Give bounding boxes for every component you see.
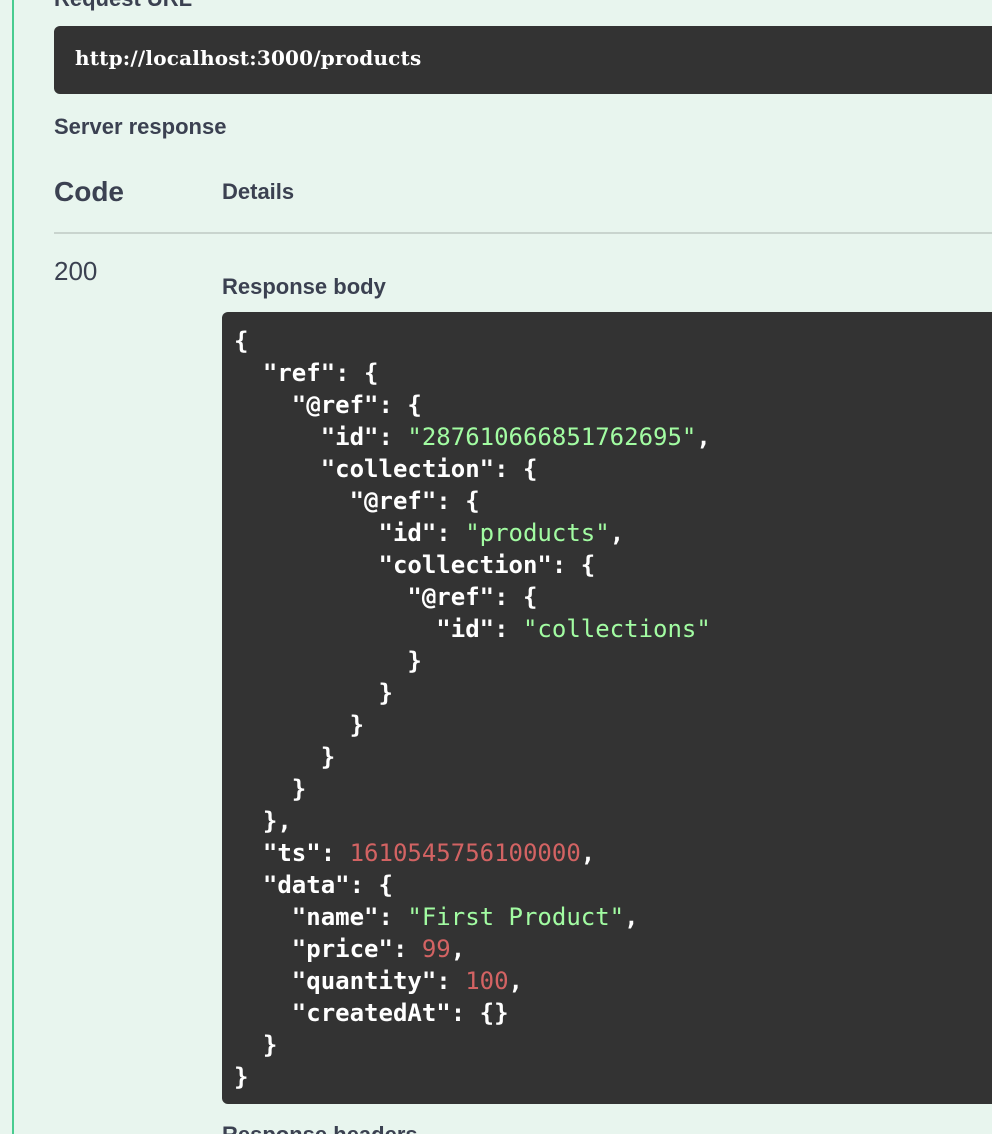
json-punctuation: "@ref": { <box>234 487 480 515</box>
code-line: } <box>234 741 711 773</box>
response-panel: Request URL http://localhost:3000/produc… <box>0 0 992 1134</box>
code-line: "collection": { <box>234 549 711 581</box>
table-divider <box>54 232 992 234</box>
code-line: "@ref": { <box>234 389 711 421</box>
json-punctuation: } <box>234 647 422 675</box>
code-line: "ref": { <box>234 357 711 389</box>
json-punctuation: "name": <box>234 903 408 931</box>
json-punctuation: , <box>580 839 596 867</box>
json-punctuation: "createdAt": {} <box>234 999 509 1027</box>
json-punctuation: "collection": { <box>234 455 538 483</box>
code-line: } <box>234 677 711 709</box>
response-body-json[interactable]: { "ref": { "@ref": { "id": "287610666851… <box>234 325 711 1093</box>
response-body-code-block[interactable]: { "ref": { "@ref": { "id": "287610666851… <box>222 312 992 1104</box>
code-line: "@ref": { <box>234 485 711 517</box>
request-url-box[interactable]: http://localhost:3000/products <box>54 26 992 94</box>
json-punctuation: "id": <box>234 519 466 547</box>
response-status-code: 200 <box>54 256 98 286</box>
json-punctuation: "ref": { <box>234 359 379 387</box>
json-punctuation: "@ref": { <box>234 583 538 611</box>
json-string: "First Product" <box>407 903 625 931</box>
code-line: "price": 99, <box>234 933 711 965</box>
request-url-label: Request URL <box>54 0 192 12</box>
server-response-heading: Server response <box>54 114 227 139</box>
response-headers-label: Response headers <box>222 1122 418 1134</box>
code-line: } <box>234 1061 711 1093</box>
response-body-label: Response body <box>222 274 386 299</box>
code-line: } <box>234 645 711 677</box>
json-string: "287610666851762695" <box>407 423 697 451</box>
code-line: { <box>234 325 711 357</box>
code-line: "collection": { <box>234 453 711 485</box>
json-punctuation: } <box>234 711 365 739</box>
json-punctuation: } <box>234 743 336 771</box>
code-line: "id": "287610666851762695", <box>234 421 711 453</box>
operation-accent-border <box>12 0 14 1134</box>
details-column-header: Details <box>222 179 295 204</box>
json-number: 99 <box>421 935 451 963</box>
code-line: "@ref": { <box>234 581 711 613</box>
request-url-text[interactable]: http://localhost:3000/products <box>75 46 421 70</box>
json-punctuation: "price": <box>234 935 422 963</box>
json-punctuation: } <box>234 1063 249 1091</box>
code-line: "id": "products", <box>234 517 711 549</box>
json-punctuation: "ts": <box>234 839 350 867</box>
json-punctuation: } <box>234 775 307 803</box>
json-punctuation: "@ref": { <box>234 391 422 419</box>
code-line: "name": "First Product", <box>234 901 711 933</box>
code-line: "data": { <box>234 869 711 901</box>
json-punctuation: "id": <box>234 615 523 643</box>
json-punctuation: , <box>450 935 466 963</box>
code-line: } <box>234 709 711 741</box>
code-line: }, <box>234 805 711 837</box>
json-punctuation: }, <box>234 807 292 835</box>
json-punctuation: , <box>624 903 639 931</box>
code-line: "id": "collections" <box>234 613 711 645</box>
json-punctuation: , <box>609 519 625 547</box>
code-line: "createdAt": {} <box>234 997 711 1029</box>
json-number: 100 <box>465 967 509 995</box>
json-punctuation: "data": { <box>234 871 393 899</box>
json-punctuation: , <box>508 967 523 995</box>
json-punctuation: "quantity": <box>234 967 466 995</box>
code-column-header: Code <box>54 176 124 207</box>
json-punctuation: } <box>234 1031 278 1059</box>
json-string: "collections" <box>522 615 711 643</box>
code-line: } <box>234 773 711 805</box>
code-line: "quantity": 100, <box>234 965 711 997</box>
json-punctuation: "collection": { <box>234 551 596 579</box>
code-line: "ts": 1610545756100000, <box>234 837 711 869</box>
json-punctuation: } <box>234 679 393 707</box>
json-punctuation: "id": <box>234 423 408 451</box>
code-line: } <box>234 1029 711 1061</box>
json-punctuation: { <box>234 327 249 355</box>
json-string: "products" <box>465 519 610 547</box>
json-number: 1610545756100000 <box>349 839 581 867</box>
json-punctuation: , <box>696 423 711 451</box>
